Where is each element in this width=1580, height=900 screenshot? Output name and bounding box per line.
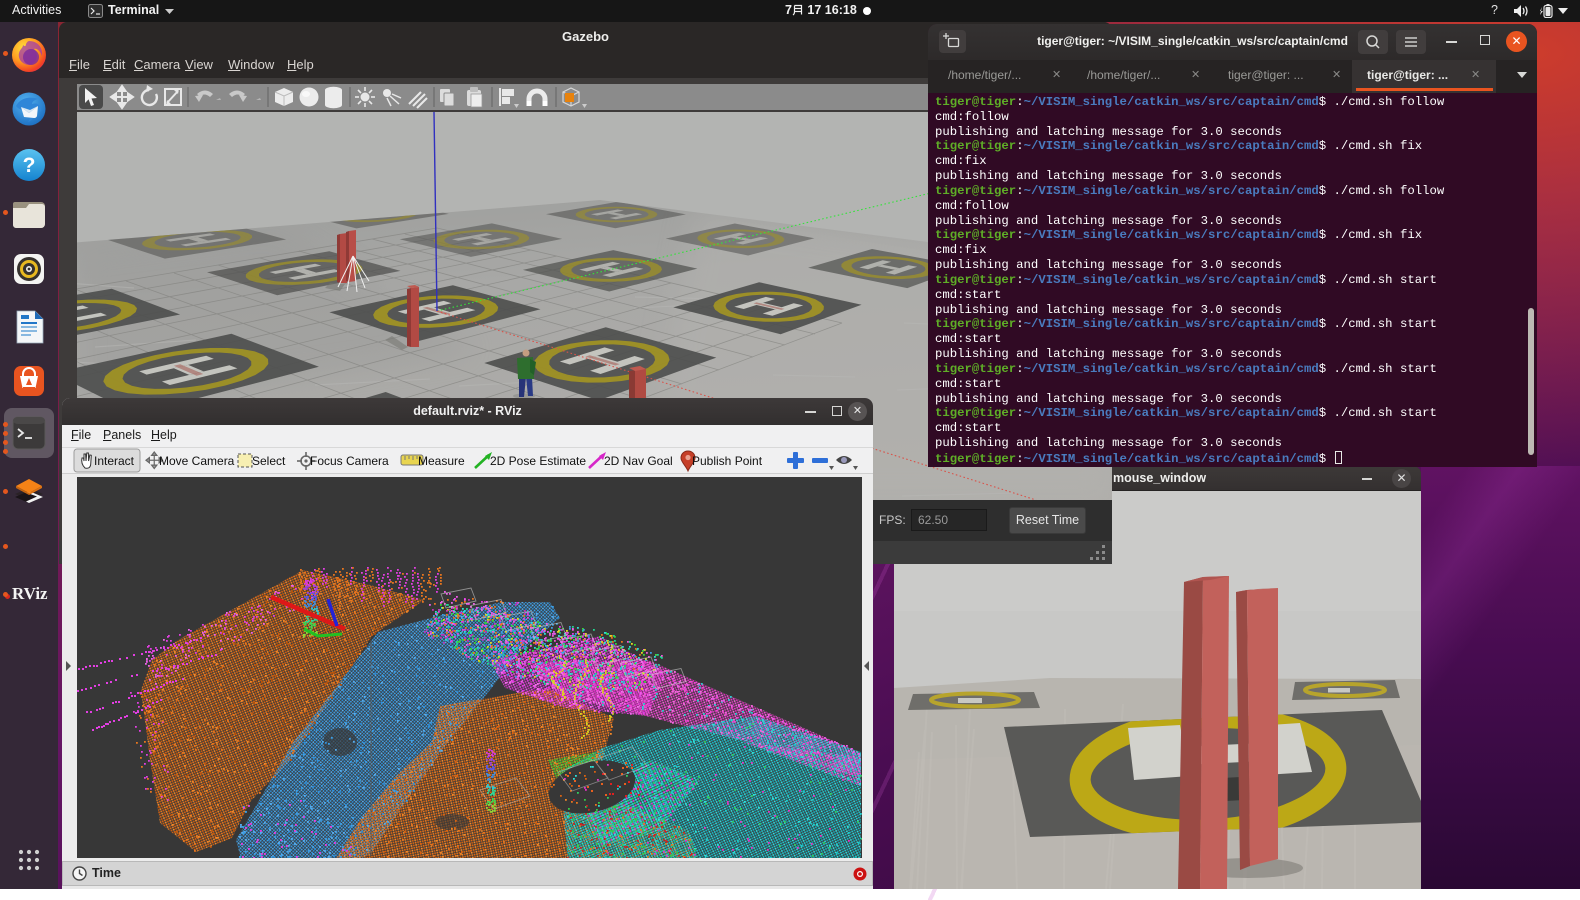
svg-text:?: ?: [23, 154, 36, 177]
svg-text:Publish Point: Publish Point: [692, 454, 763, 468]
svg-text:2D Pose Estimate: 2D Pose Estimate: [490, 454, 586, 468]
svg-text:Measure: Measure: [418, 454, 465, 468]
svg-text:2D Nav Goal: 2D Nav Goal: [604, 454, 673, 468]
svg-text:Focus Camera: Focus Camera: [310, 454, 389, 468]
svg-text:Interact: Interact: [94, 454, 135, 468]
svg-text:Move Camera: Move Camera: [159, 454, 235, 468]
svg-text:Select: Select: [252, 454, 286, 468]
